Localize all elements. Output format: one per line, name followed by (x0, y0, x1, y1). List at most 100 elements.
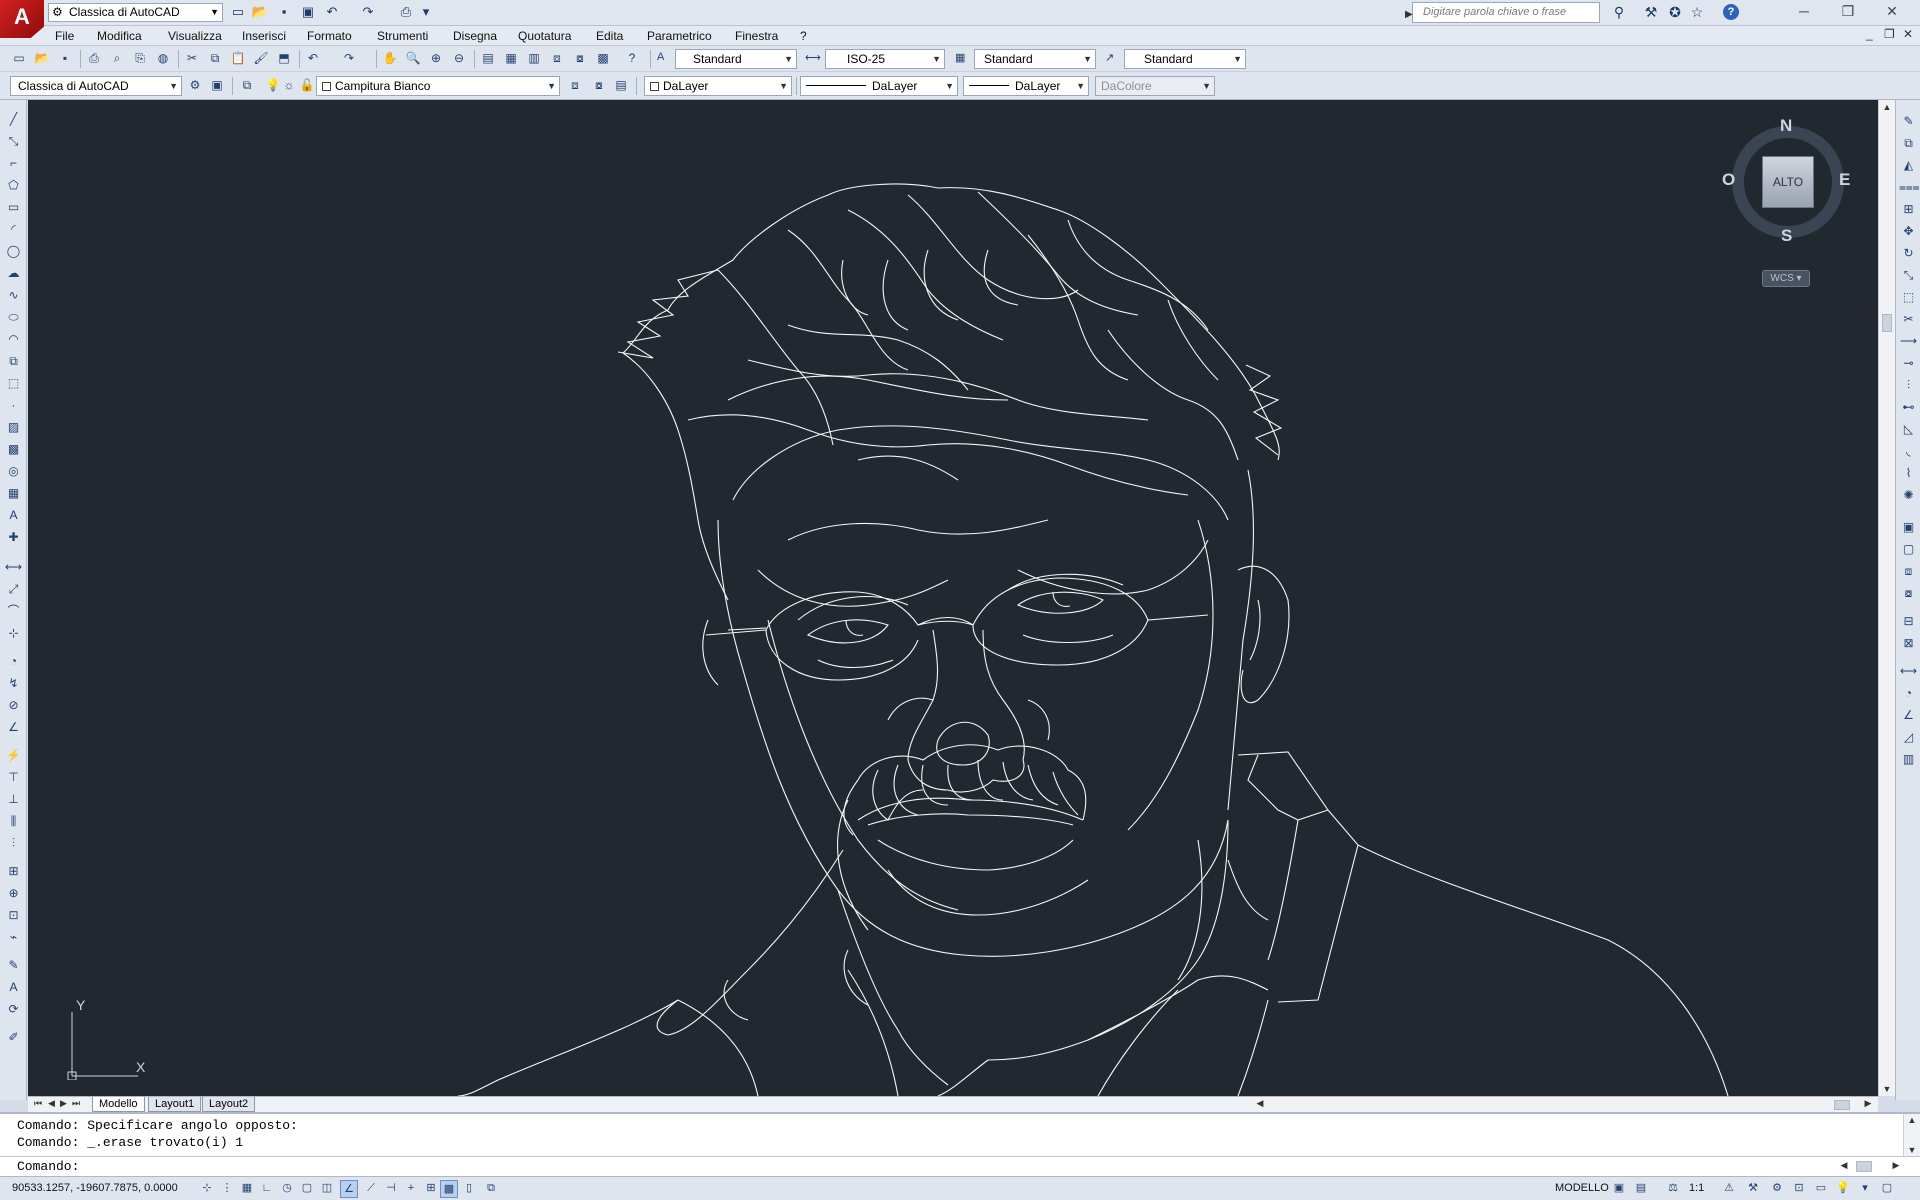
quick-access-dropdown-icon[interactable]: ▾ (416, 3, 436, 22)
dimension-edit-icon[interactable]: ✎ (4, 956, 23, 975)
region-icon[interactable]: ◎ (4, 462, 23, 481)
undo-icon[interactable]: ↶ (322, 3, 342, 22)
extend-icon[interactable]: ⟶ (1899, 332, 1918, 351)
workspace-settings-icon[interactable]: ⚙ (186, 77, 204, 95)
menu-parametrico[interactable]: Parametrico (647, 26, 712, 46)
horizontal-scrollbar[interactable]: ◀ ▶ (1250, 1096, 1878, 1112)
plot-icon[interactable]: ⎙ (396, 3, 416, 22)
properties-icon[interactable]: ▤ (479, 50, 497, 68)
menu-quotatura[interactable]: Quotatura (518, 26, 571, 46)
toolbar-lock-icon[interactable]: ⊡ (1790, 1180, 1808, 1198)
add-selected-icon[interactable]: ✚ (4, 528, 23, 547)
annotation-visibility-icon[interactable]: ⚠ (1720, 1180, 1738, 1198)
menu-inserisci[interactable]: Inserisci (242, 26, 286, 46)
plot-preview-icon[interactable]: ⌕ (108, 50, 126, 68)
sheet-set-icon[interactable]: ⧈ (548, 50, 566, 68)
ellipse-icon[interactable]: ⬭ (4, 308, 23, 327)
help-icon[interactable]: ? (1723, 4, 1739, 20)
make-current-layer-icon[interactable]: ⧈ (566, 77, 584, 95)
insert-block-icon[interactable]: ⧉ (4, 352, 23, 371)
paste-icon[interactable]: 📋 (229, 50, 247, 68)
menu-finestra[interactable]: Finestra (735, 26, 778, 46)
grid-display-icon[interactable]: ▦ (238, 1180, 256, 1198)
trim-icon[interactable]: ✂ (1899, 310, 1918, 329)
object-snap-icon[interactable]: ▢ (298, 1180, 316, 1198)
multiline-text-icon[interactable]: A (4, 506, 23, 525)
exchange-icon[interactable]: ✪ (1664, 3, 1686, 23)
open-file-icon[interactable]: 📂 (250, 3, 270, 22)
clean-screen-icon[interactable]: ▢ (1878, 1180, 1896, 1198)
tab-layout1[interactable]: Layout1 (148, 1097, 202, 1112)
radius-dimension-icon[interactable]: ◔ (4, 652, 23, 671)
dynamic-ucs-icon[interactable]: ⟋ (362, 1180, 380, 1198)
menu-disegna[interactable]: Disegna (453, 26, 497, 46)
table-style-select[interactable]: Standard ▼ (974, 49, 1096, 69)
measure-radius-icon[interactable]: ◔ (1899, 684, 1918, 703)
lineweight-display-icon[interactable]: + (402, 1180, 420, 1198)
menu-strumenti[interactable]: Strumenti (377, 26, 428, 46)
linear-dimension-icon[interactable]: ⟷ (4, 558, 23, 577)
help-icon[interactable]: ? (623, 50, 641, 68)
break-icon[interactable]: ⫶ (1899, 376, 1918, 395)
multileader-style-select[interactable]: Standard ▼ (1124, 49, 1246, 69)
line-icon[interactable]: ╱ (4, 110, 23, 129)
menu-visualizza[interactable]: Visualizza (168, 26, 222, 46)
3d-print-icon[interactable]: ◍ (154, 50, 172, 68)
last-tab-icon[interactable]: ⏭ (72, 1098, 80, 1109)
copy-object-icon[interactable]: ⧉ (1899, 134, 1918, 153)
angular-dimension-icon[interactable]: ∠ (4, 718, 23, 737)
quick-view-drawings-icon[interactable]: ▤ (1632, 1180, 1650, 1198)
dimension-text-edit-icon[interactable]: A (4, 978, 23, 997)
coordinates-readout[interactable]: 90533.1257, -19607.7875, 0.0000 (12, 1182, 178, 1194)
document-close-icon[interactable]: ✕ (1903, 27, 1913, 41)
draworder-under-icon[interactable]: ⧇ (1899, 584, 1918, 603)
drawing-canvas[interactable]: ALTO N S E O WCS ▾ Y X (28, 100, 1878, 1096)
menu-file[interactable]: File (55, 26, 74, 46)
join-icon[interactable]: ⊷ (1899, 398, 1918, 417)
markup-icon[interactable]: ⧇ (571, 50, 589, 68)
make-block-icon[interactable]: ⬚ (4, 374, 23, 393)
object-snap-tracking-icon[interactable]: ∠ (340, 1180, 358, 1198)
open-icon[interactable]: 📂 (33, 50, 51, 68)
linetype-select[interactable]: DaLayer ▼ (800, 76, 958, 96)
annotation-scale-icon[interactable]: ⚖ (1664, 1180, 1682, 1198)
minimize-icon[interactable]: ─ (1782, 0, 1826, 22)
inspection-icon[interactable]: ⊡ (4, 906, 23, 925)
point-icon[interactable]: · (4, 396, 23, 415)
text-to-front-icon[interactable]: ⊟ (1899, 612, 1918, 631)
dimension-style-icon[interactable]: ✐ (4, 1028, 23, 1047)
diameter-dimension-icon[interactable]: ⊘ (4, 696, 23, 715)
center-mark-icon[interactable]: ⊕ (4, 884, 23, 903)
next-tab-icon[interactable]: ▶ (60, 1098, 67, 1109)
ortho-mode-icon[interactable]: ∟ (258, 1180, 276, 1198)
layer-select[interactable]: Campitura Bianco ▼ (316, 76, 560, 96)
spline-icon[interactable]: ∿ (4, 286, 23, 305)
rectangle-icon[interactable]: ▭ (4, 198, 23, 217)
ordinate-dimension-icon[interactable]: ⊹ (4, 624, 23, 643)
menu-edita[interactable]: Edita (596, 26, 623, 46)
compass-north[interactable]: N (1780, 116, 1792, 136)
zoom-previous-icon[interactable]: ⊖ (450, 50, 468, 68)
communication-center-icon[interactable]: ⚒ (1640, 3, 1662, 23)
cut-icon[interactable]: ✂ (183, 50, 201, 68)
isolate-objects-icon[interactable]: 💡 (1834, 1180, 1852, 1198)
command-scroll-thumb[interactable] (1856, 1161, 1872, 1172)
quick-properties-icon[interactable]: ▩ (440, 1180, 458, 1198)
measure-volume-icon[interactable]: ▥ (1899, 750, 1918, 769)
binoculars-icon[interactable]: ⚲ (1608, 3, 1630, 23)
save-icon[interactable]: ▪ (274, 3, 294, 22)
tab-modello[interactable]: Modello (92, 1097, 145, 1112)
wcs-menu-button[interactable]: WCS ▾ (1762, 270, 1810, 287)
calculator-icon[interactable]: ▩ (594, 50, 612, 68)
move-icon[interactable]: ✥ (1899, 222, 1918, 241)
save-icon[interactable]: ▪ (56, 50, 74, 68)
chamfer-icon[interactable]: ◺ (1899, 420, 1918, 439)
break-at-point-icon[interactable]: ⊸ (1899, 354, 1918, 373)
jogged-dimension-icon[interactable]: ↯ (4, 674, 23, 693)
ellipse-arc-icon[interactable]: ◠ (4, 330, 23, 349)
baseline-dimension-icon[interactable]: ⊤ (4, 768, 23, 787)
revision-cloud-icon[interactable]: ☁ (4, 264, 23, 283)
mirror-icon[interactable]: ◭ (1899, 156, 1918, 175)
close-icon[interactable]: ✕ (1870, 0, 1914, 22)
viewcube[interactable]: ALTO N S E O (1722, 116, 1852, 246)
